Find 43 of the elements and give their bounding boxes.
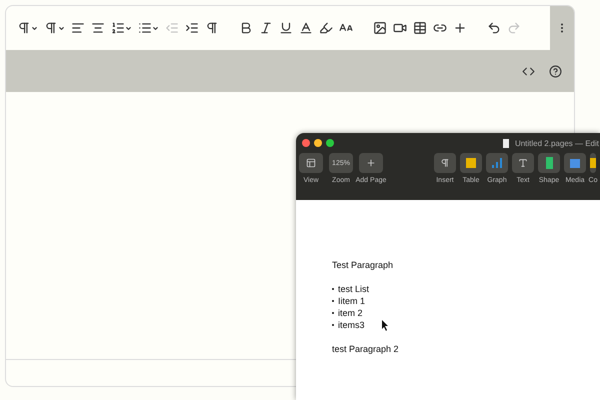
- numbered-list-icon: [111, 21, 125, 35]
- photo-icon: [570, 158, 580, 168]
- plus-icon: [366, 158, 376, 168]
- highlighter-icon: [319, 21, 333, 35]
- list-item: items3: [338, 320, 365, 330]
- indent-icon: [185, 21, 199, 35]
- bar-chart-icon: [492, 158, 502, 168]
- undo-icon: [487, 21, 501, 35]
- text-icon: [518, 158, 528, 168]
- pilcrow-icon: [440, 158, 450, 168]
- italic-icon: [259, 21, 273, 35]
- shape-icon: [546, 157, 552, 169]
- video-icon: [393, 21, 407, 35]
- pilcrow-icon: [17, 21, 31, 35]
- bold-icon: [239, 21, 253, 35]
- redo-icon: [507, 21, 521, 35]
- close-button[interactable]: [302, 139, 310, 147]
- list-item: item 2: [338, 308, 363, 318]
- code-icon[interactable]: [522, 64, 535, 78]
- outdent-icon: [165, 21, 179, 35]
- table-icon: [413, 21, 427, 35]
- align-left-icon: [71, 21, 85, 35]
- list-item: Iitem 1: [338, 296, 366, 306]
- document-paragraph: Test Paragraph: [332, 260, 394, 270]
- pilcrow-icon: [44, 21, 58, 35]
- table-icon: [466, 158, 476, 168]
- minimize-button[interactable]: [314, 139, 322, 147]
- text-color-icon: [299, 21, 313, 35]
- document-paragraph: test Paragraph 2: [332, 344, 400, 354]
- pilcrow-icon: [205, 21, 219, 35]
- image-icon: [373, 21, 387, 35]
- document-icon: [502, 138, 509, 148]
- layout-icon: [306, 158, 316, 168]
- underline-icon: [279, 21, 293, 35]
- window-title: Untitled 2.pages — Edit: [514, 138, 600, 148]
- help-icon[interactable]: [549, 64, 562, 78]
- bullet-list-icon: [138, 21, 152, 35]
- zoom-button[interactable]: [326, 139, 334, 147]
- align-center-icon: [91, 21, 105, 35]
- comment-icon: [590, 158, 596, 168]
- list-item: test List: [338, 284, 370, 294]
- mouse-pointer-icon: [382, 320, 389, 331]
- plus-icon: [453, 21, 467, 35]
